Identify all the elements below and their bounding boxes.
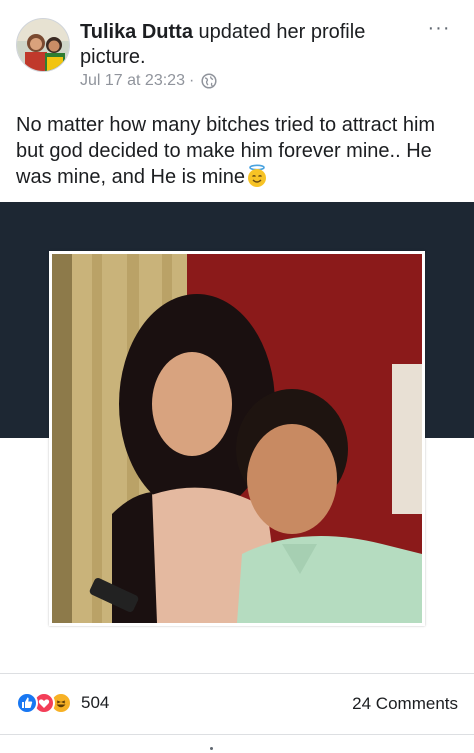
post-timestamp[interactable]: Jul 17 at 23:23 bbox=[80, 72, 185, 90]
divider bbox=[0, 673, 474, 674]
meta-separator: · bbox=[188, 72, 195, 89]
facebook-post: Tulika Dutta updated her profile picture… bbox=[0, 0, 474, 753]
bottom-dot bbox=[210, 747, 213, 750]
bottom-divider bbox=[0, 734, 474, 735]
ellipsis-icon[interactable]: ··· bbox=[422, 18, 456, 42]
author-name[interactable]: Tulika Dutta bbox=[80, 21, 193, 43]
avatar-image bbox=[17, 19, 69, 71]
comments-count[interactable]: 24 Comments bbox=[352, 694, 458, 714]
like-icon bbox=[16, 692, 38, 714]
author-avatar[interactable] bbox=[16, 18, 70, 72]
profile-picture bbox=[52, 254, 422, 623]
reactions-summary[interactable]: 504 bbox=[16, 692, 109, 714]
post-header: Tulika Dutta updated her profile picture… bbox=[80, 20, 410, 70]
post-body: No matter how many bitches tried to attr… bbox=[16, 114, 436, 188]
post-meta: Jul 17 at 23:23 · bbox=[80, 72, 217, 90]
smiling-face-with-halo-icon bbox=[247, 164, 266, 187]
profile-picture-frame[interactable] bbox=[49, 251, 425, 626]
reaction-count[interactable]: 504 bbox=[81, 693, 109, 713]
post-text-block: No matter how many bitches tried to attr… bbox=[16, 112, 464, 190]
globe-icon[interactable] bbox=[201, 73, 217, 89]
